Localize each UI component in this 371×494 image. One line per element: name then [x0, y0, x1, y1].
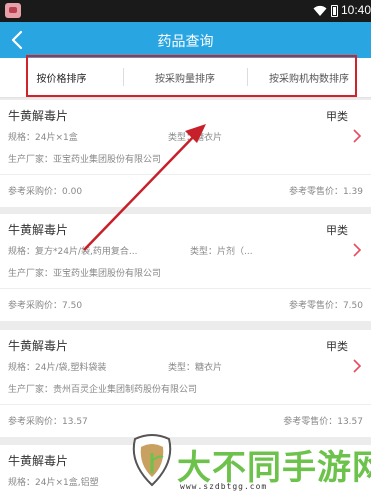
drug-category: 甲类	[326, 340, 348, 353]
retail-price-value: 1.39	[342, 187, 363, 197]
purchase-price-label: 参考采购价：	[8, 187, 63, 197]
retail-price: 参考零售价：1.39	[289, 184, 363, 197]
spec-value: 复方*24片/袋,药用复合...	[35, 247, 138, 257]
app-header: 药品查询	[0, 22, 371, 58]
purchase-price-value: 0.00	[62, 187, 83, 197]
maker-value: 贵州百灵企业集团制药股份有限公司	[53, 385, 198, 395]
drug-category: 甲类	[326, 224, 348, 237]
type-value: 片剂（...	[217, 247, 253, 257]
purchase-price-value: 7.50	[62, 301, 83, 311]
purchase-price: 参考采购价：7.50	[8, 298, 82, 311]
drug-spec: 规格：24片/袋,塑料袋装	[8, 360, 106, 373]
drug-spec: 规格：24片×1盒,铝塑	[8, 475, 99, 488]
retail-price-label: 参考零售价：	[283, 417, 338, 427]
drug-spec: 规格：复方*24片/袋,药用复合...	[8, 244, 137, 257]
retail-price-label: 参考零售价：	[288, 301, 343, 311]
drug-type: 类型：糖衣片	[168, 360, 222, 373]
drug-name: 牛黄解毒片	[8, 339, 69, 353]
tab-sort-by-institution-count[interactable]: 按采购机构数排序	[247, 70, 371, 85]
drug-name: 牛黄解毒片	[8, 223, 69, 237]
spec-value: 24片×1盒	[35, 133, 78, 143]
retail-price-value: 13.57	[337, 417, 363, 427]
spec-label: 规格：	[8, 363, 36, 373]
type-label: 类型：	[168, 133, 196, 143]
sort-bar: 按价格排序 按采购量排序 按采购机构数排序	[0, 58, 371, 98]
drug-list-item[interactable]: 牛黄解毒片 甲类 规格：复方*24片/袋,药用复合... 类型：片剂（... 生…	[0, 214, 371, 321]
chevron-right-icon[interactable]	[352, 243, 362, 257]
retail-price-value: 7.50	[342, 301, 363, 311]
chevron-right-icon[interactable]	[352, 129, 362, 143]
drug-name: 牛黄解毒片	[8, 109, 69, 123]
spec-value: 24片/袋,塑料袋装	[35, 363, 107, 373]
retail-price: 参考零售价：13.57	[283, 414, 363, 427]
retail-price-label: 参考零售价：	[288, 187, 343, 197]
purchase-price-value: 13.57	[62, 417, 88, 427]
tab-sort-by-purchase-volume[interactable]: 按采购量排序	[123, 70, 247, 85]
drug-category: 甲类	[326, 110, 348, 123]
chevron-right-icon[interactable]	[352, 359, 362, 373]
spec-label: 规格：	[8, 478, 36, 488]
drug-list-item[interactable]: 牛黄解毒片 甲类 规格：24片×1盒 类型：糖衣片 生产厂家：亚宝药业集团股份有…	[0, 100, 371, 207]
type-label: 类型：	[168, 363, 196, 373]
drug-type: 类型：片剂（...	[190, 244, 253, 257]
watermark-logo-icon	[132, 434, 172, 487]
spec-label: 规格：	[8, 247, 36, 257]
drug-list-item[interactable]: 牛黄解毒片 甲类 规格：24片/袋,塑料袋装 类型：糖衣片 生产厂家：贵州百灵企…	[0, 330, 371, 437]
type-value: 糖衣片	[195, 133, 223, 143]
maker-label: 生产厂家：	[8, 385, 54, 395]
retail-price: 参考零售价：7.50	[289, 298, 363, 311]
maker-value: 亚宝药业集团股份有限公司	[53, 155, 162, 165]
type-label: 类型：	[190, 247, 218, 257]
divider	[0, 174, 371, 175]
tab-sort-by-price[interactable]: 按价格排序	[0, 70, 123, 85]
page-title: 药品查询	[157, 34, 214, 50]
drug-manufacturer: 生产厂家：亚宝药业集团股份有限公司	[8, 266, 161, 279]
drug-manufacturer: 生产厂家：贵州百灵企业集团制药股份有限公司	[8, 382, 197, 395]
spec-value: 24片×1盒,铝塑	[35, 478, 99, 488]
drug-type: 类型：糖衣片	[168, 130, 222, 143]
purchase-price-label: 参考采购价：	[8, 417, 63, 427]
divider	[0, 288, 371, 289]
maker-label: 生产厂家：	[8, 269, 54, 279]
purchase-price: 参考采购价：13.57	[8, 414, 88, 427]
drug-name: 牛黄解毒片	[8, 454, 69, 468]
watermark-url: www.szdbtgg.com	[180, 482, 268, 491]
drug-spec: 规格：24片×1盒	[8, 130, 78, 143]
divider	[0, 404, 371, 405]
status-bar: 10:40	[0, 0, 371, 22]
maker-label: 生产厂家：	[8, 155, 54, 165]
status-time: 10:40	[341, 3, 371, 17]
app-notification-icon	[5, 3, 21, 18]
wifi-icon	[313, 5, 327, 16]
type-value: 糖衣片	[195, 363, 223, 373]
purchase-price-label: 参考采购价：	[8, 301, 63, 311]
spec-label: 规格：	[8, 133, 36, 143]
drug-manufacturer: 生产厂家：亚宝药业集团股份有限公司	[8, 152, 161, 165]
battery-icon	[331, 5, 338, 17]
maker-value: 亚宝药业集团股份有限公司	[53, 269, 162, 279]
purchase-price: 参考采购价：0.00	[8, 184, 82, 197]
